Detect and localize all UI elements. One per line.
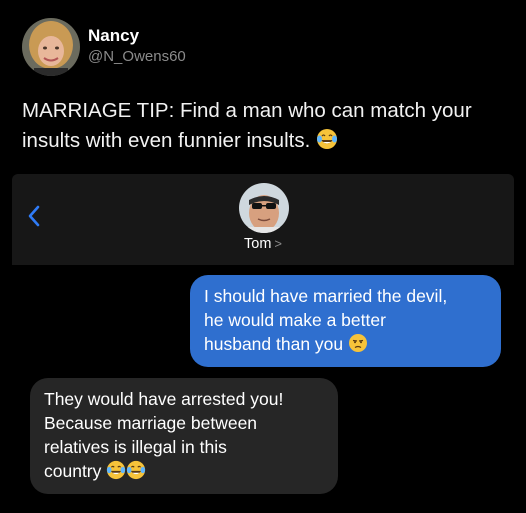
message-line: he would make a better [204,310,386,330]
conversation-header: Tom > [12,174,514,265]
contact-name-label: Tom [244,236,272,252]
author-handle[interactable]: @N_Owens60 [88,48,186,65]
tears-of-joy-icon [106,460,126,486]
message-line: country [44,461,102,481]
chevron-right-icon: > [274,236,282,251]
imessage-screenshot: Tom > I should have married the devil, he… [12,174,514,513]
message-line-last: country [44,459,324,486]
message-line: Because marriage between [44,413,258,433]
author-name[interactable]: Nancy [88,26,139,46]
tears-of-joy-icon [126,460,146,486]
message-line: I should have married the devil, [204,286,448,306]
message-line: relatives is illegal in this [44,437,227,457]
chevron-left-icon[interactable] [26,204,42,233]
tweet-text-body: MARRIAGE TIP: Find a man who can match y… [22,99,472,152]
page: Nancy @N_Owens60 MARRIAGE TIP: Find a ma… [0,0,526,513]
author-avatar[interactable] [22,18,80,76]
message-line-last: husband than you [204,332,487,359]
message-line: husband than you [204,334,344,354]
contact-avatar[interactable] [239,183,289,233]
tweet-text: MARRIAGE TIP: Find a man who can match y… [22,96,512,159]
unamused-face-icon [348,333,368,359]
sent-message-bubble: I should have married the devil, he woul… [190,275,501,367]
received-message-bubble: They would have arrested you! Because ma… [30,378,338,494]
message-line: They would have arrested you! [44,389,284,409]
contact-name[interactable]: Tom > [12,236,514,252]
tears-of-joy-icon [316,128,338,159]
